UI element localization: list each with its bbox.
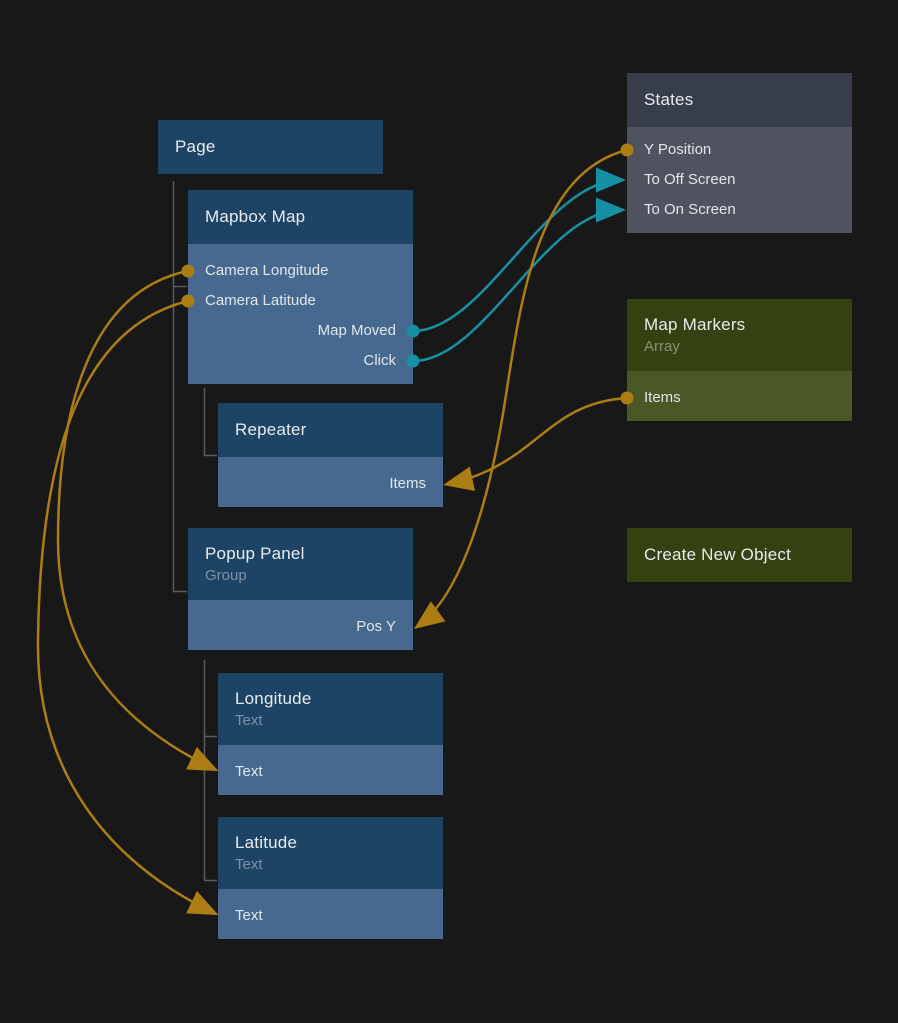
- node-repeater[interactable]: Repeater Items: [218, 403, 443, 507]
- node-repeater-body: Items: [218, 457, 443, 507]
- node-map-markers-header[interactable]: Map Markers Array: [627, 299, 852, 371]
- node-latitude-body: Text: [218, 889, 443, 939]
- node-title: Page: [175, 137, 366, 157]
- node-states-body: Y Position To Off Screen To On Screen: [627, 127, 852, 233]
- node-subtitle: Group: [205, 567, 396, 584]
- wire-markers-items-repeater-items[interactable]: [448, 398, 627, 484]
- node-page-header[interactable]: Page: [158, 120, 383, 174]
- node-mapbox-map-header[interactable]: Mapbox Map: [188, 190, 413, 244]
- port-repeater-items[interactable]: Items: [218, 469, 443, 499]
- node-subtitle: Text: [235, 856, 426, 873]
- port-click[interactable]: Click: [188, 346, 413, 376]
- node-map-markers-body: Items: [627, 371, 852, 421]
- node-longitude[interactable]: Longitude Text Text: [218, 673, 443, 795]
- node-title: Create New Object: [644, 545, 835, 565]
- node-title: Repeater: [235, 420, 426, 440]
- port-longitude-text[interactable]: Text: [218, 757, 443, 787]
- tree-line-mapbox-children: [205, 388, 218, 456]
- port-markers-items[interactable]: Items: [627, 383, 852, 413]
- port-to-off-screen[interactable]: To Off Screen: [627, 165, 852, 195]
- node-popup-panel-body: Pos Y: [188, 600, 413, 650]
- node-editor-canvas[interactable]: Page Mapbox Map Camera Longitude Camera …: [0, 0, 898, 1023]
- node-create-new-object[interactable]: Create New Object: [627, 528, 852, 582]
- node-states[interactable]: States Y Position To Off Screen To On Sc…: [627, 73, 852, 233]
- tree-line-popup-children: [205, 660, 218, 881]
- node-title: Map Markers: [644, 315, 835, 335]
- tree-line-page-children: [174, 181, 188, 592]
- port-map-moved[interactable]: Map Moved: [188, 316, 413, 346]
- node-longitude-header[interactable]: Longitude Text: [218, 673, 443, 745]
- node-map-markers[interactable]: Map Markers Array Items: [627, 299, 852, 421]
- node-subtitle: Array: [644, 338, 835, 355]
- node-title: Mapbox Map: [205, 207, 396, 227]
- node-repeater-header[interactable]: Repeater: [218, 403, 443, 457]
- node-popup-panel[interactable]: Popup Panel Group Pos Y: [188, 528, 413, 650]
- node-create-new-object-header[interactable]: Create New Object: [627, 528, 852, 582]
- port-camera-longitude[interactable]: Camera Longitude: [188, 256, 413, 286]
- port-y-position[interactable]: Y Position: [627, 135, 852, 165]
- wire-map-moved-to-off-screen[interactable]: [413, 180, 621, 331]
- node-page[interactable]: Page: [158, 120, 383, 174]
- node-mapbox-map[interactable]: Mapbox Map Camera Longitude Camera Latit…: [188, 190, 413, 384]
- node-latitude[interactable]: Latitude Text Text: [218, 817, 443, 939]
- node-longitude-body: Text: [218, 745, 443, 795]
- port-to-on-screen[interactable]: To On Screen: [627, 195, 852, 225]
- node-subtitle: Text: [235, 712, 426, 729]
- node-states-header[interactable]: States: [627, 73, 852, 127]
- wire-y-position-pos-y[interactable]: [418, 150, 627, 626]
- node-mapbox-map-body: Camera Longitude Camera Latitude Map Mov…: [188, 244, 413, 384]
- node-title: Popup Panel: [205, 544, 396, 564]
- port-latitude-text[interactable]: Text: [218, 901, 443, 931]
- port-pos-y[interactable]: Pos Y: [188, 612, 413, 642]
- node-latitude-header[interactable]: Latitude Text: [218, 817, 443, 889]
- node-title: States: [644, 90, 835, 110]
- port-camera-latitude[interactable]: Camera Latitude: [188, 286, 413, 316]
- wire-click-to-on-screen[interactable]: [413, 210, 621, 361]
- node-popup-panel-header[interactable]: Popup Panel Group: [188, 528, 413, 600]
- node-title: Longitude: [235, 689, 426, 709]
- node-title: Latitude: [235, 833, 426, 853]
